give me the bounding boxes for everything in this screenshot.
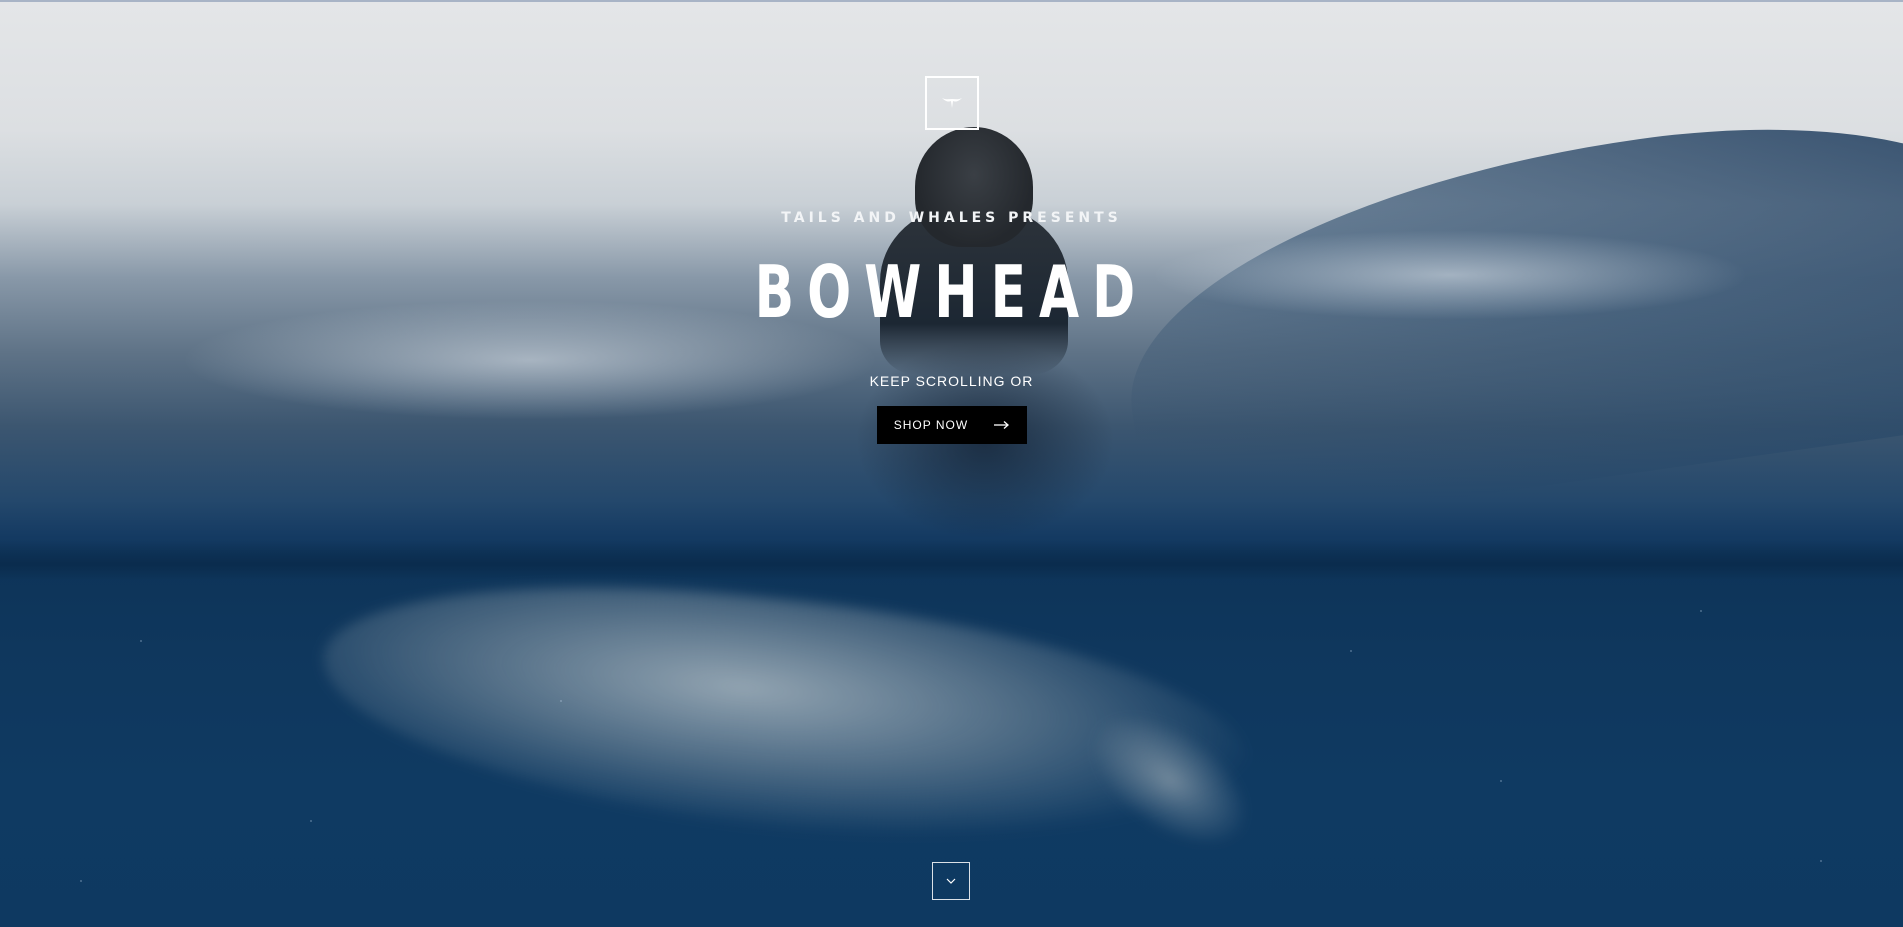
brand-title: BOWHEAD — [754, 250, 1149, 334]
presents-text: TAILS AND WHALES PRESENTS — [781, 210, 1122, 226]
logo[interactable] — [925, 76, 979, 130]
shop-now-label: SHOP NOW — [893, 418, 969, 432]
hero-section: TAILS AND WHALES PRESENTS BOWHEAD KEEP S… — [0, 0, 1903, 927]
hero-content: TAILS AND WHALES PRESENTS BOWHEAD KEEP S… — [0, 0, 1903, 927]
whale-tail-icon — [942, 98, 962, 108]
chevron-down-icon — [946, 878, 956, 884]
shop-now-button[interactable]: SHOP NOW — [877, 406, 1027, 444]
scroll-down-button[interactable] — [932, 862, 970, 900]
tagline-text: KEEP SCROLLING OR — [869, 373, 1034, 389]
arrow-right-icon — [994, 421, 1010, 429]
